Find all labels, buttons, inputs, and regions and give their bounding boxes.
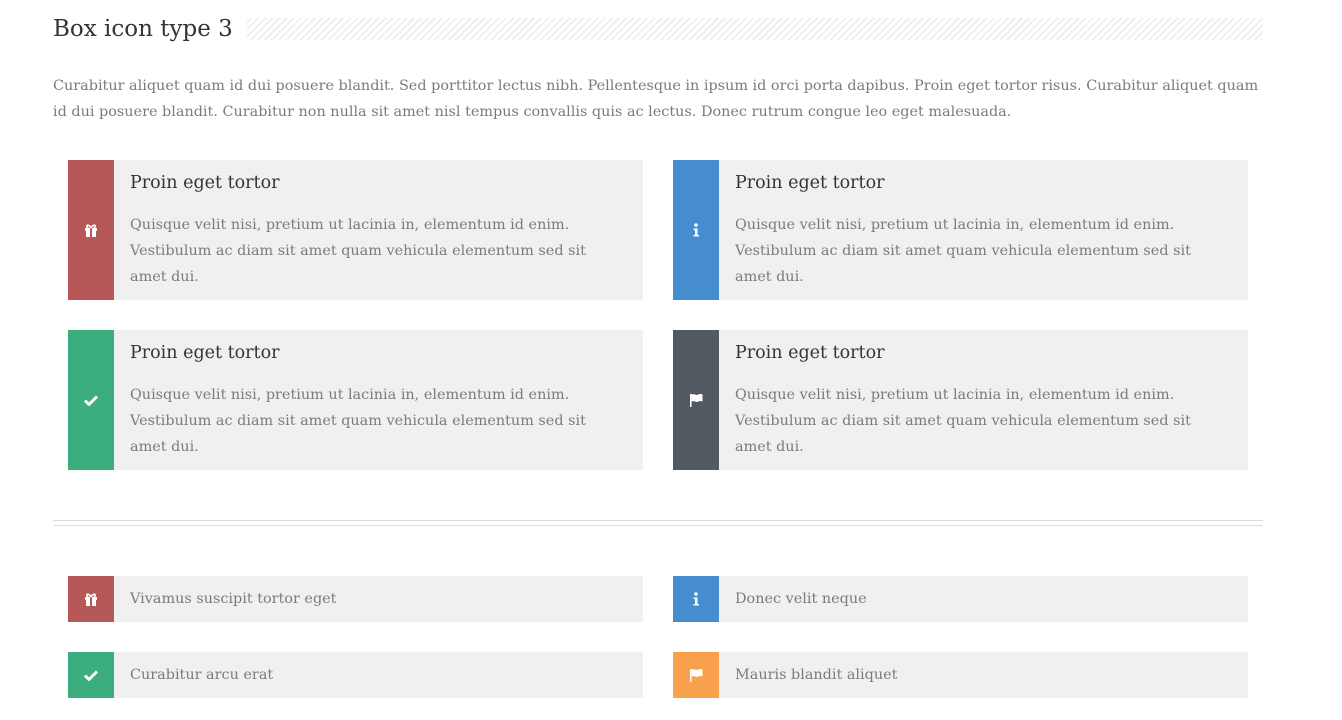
- check-icon: [83, 670, 99, 681]
- intro-paragraph: Curabitur aliquet quam id dui posuere bl…: [53, 78, 1259, 120]
- box-text: Quisque velit nisi, pretium ut lacinia i…: [735, 387, 1191, 455]
- icon-column: [68, 160, 114, 300]
- section-title: Box icon type 3: [53, 14, 247, 44]
- check-icon: [83, 395, 99, 406]
- icon-column: [673, 160, 719, 300]
- box-title: Proin eget tortor: [735, 343, 885, 363]
- list-box: Donec velit neque: [673, 576, 1248, 622]
- box-label: Curabitur arcu erat: [130, 667, 274, 683]
- info-icon: [693, 592, 699, 606]
- icon-column: [673, 330, 719, 470]
- list-box: Curabitur arcu erat: [68, 652, 643, 698]
- feature-box: Proin eget tortor Quisque velit nisi, pr…: [673, 330, 1248, 470]
- info-icon: [693, 223, 699, 237]
- icon-column: [673, 576, 719, 622]
- feature-box: Proin eget tortor Quisque velit nisi, pr…: [68, 160, 643, 300]
- box-text: Quisque velit nisi, pretium ut lacinia i…: [735, 217, 1191, 285]
- flag-icon: [690, 669, 703, 682]
- box-title: Proin eget tortor: [735, 173, 885, 193]
- title-stripes-decoration: [243, 18, 1263, 40]
- flag-icon: [690, 394, 703, 407]
- box-label: Donec velit neque: [735, 591, 867, 607]
- gift-icon: [85, 593, 97, 606]
- box-title: Proin eget tortor: [130, 173, 280, 193]
- feature-box: Proin eget tortor Quisque velit nisi, pr…: [673, 160, 1248, 300]
- icon-column: [68, 576, 114, 622]
- list-box: Vivamus suscipit tortor eget: [68, 576, 643, 622]
- box-label: Vivamus suscipit tortor eget: [130, 591, 337, 607]
- box-text: Quisque velit nisi, pretium ut lacinia i…: [130, 387, 586, 455]
- feature-box: Proin eget tortor Quisque velit nisi, pr…: [68, 330, 643, 470]
- gift-icon: [85, 224, 97, 237]
- icon-column: [68, 652, 114, 698]
- section-header: Box icon type 3: [53, 14, 1263, 44]
- icon-column: [68, 330, 114, 470]
- list-box: Mauris blandit aliquet: [673, 652, 1248, 698]
- box-title: Proin eget tortor: [130, 343, 280, 363]
- icon-column: [673, 652, 719, 698]
- box-text: Quisque velit nisi, pretium ut lacinia i…: [130, 217, 586, 285]
- box-label: Mauris blandit aliquet: [735, 667, 898, 683]
- section-divider: [53, 520, 1263, 526]
